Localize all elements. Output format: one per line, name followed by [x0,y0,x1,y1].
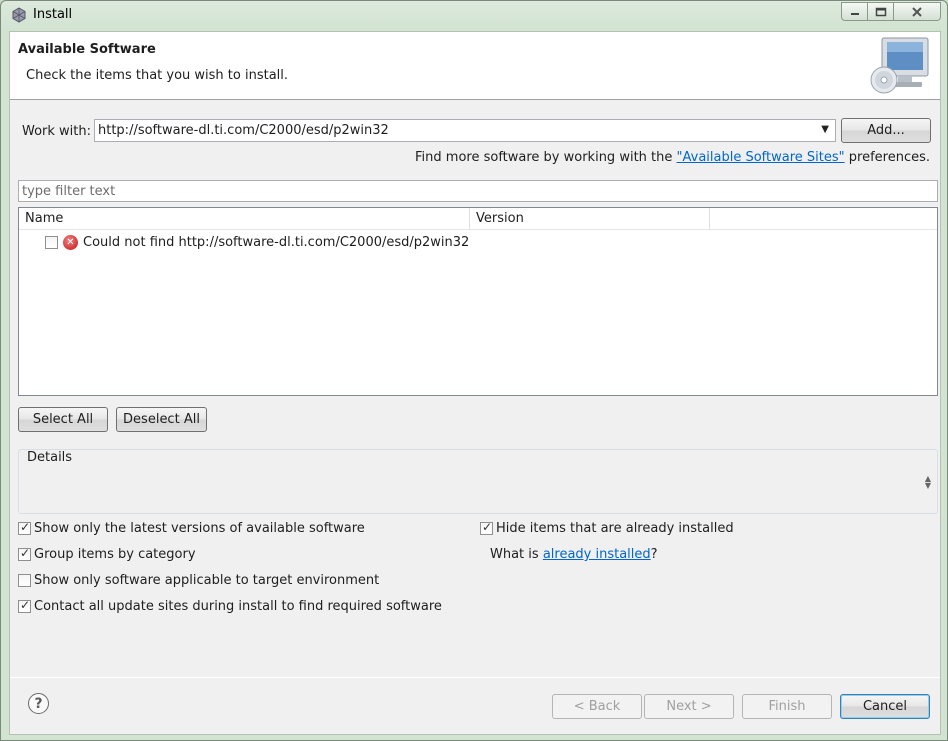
filter-box[interactable] [18,180,938,202]
target-environment-checkbox[interactable] [18,574,31,587]
error-icon: ✕ [63,235,78,250]
title-bar[interactable]: Install [1,1,947,29]
contact-update-sites-checkbox[interactable] [18,598,31,613]
dropdown-arrow-icon[interactable]: ▼ [821,124,829,135]
install-computer-icon [870,37,929,94]
target-environment-label: Show only software applicable to target … [34,573,380,588]
tree-header: Name Version [19,208,937,230]
wizard-banner: Available Software Check the items that … [10,32,940,100]
next-button[interactable]: Next > [644,694,734,719]
footer-separator [10,677,940,678]
find-more-software-text: Find more software by working with the "… [415,150,930,165]
column-header-version[interactable]: Version [470,208,710,230]
maximize-button[interactable] [868,2,894,21]
find-more-suffix: preferences. [844,150,930,165]
what-is-prefix: What is [490,547,543,562]
select-all-button[interactable]: Select All [18,407,108,432]
tree-row[interactable]: ✕ Could not find http://software-dl.ti.c… [19,232,937,252]
cancel-button[interactable]: Cancel [840,694,930,719]
dialog-content: Available Software Check the items that … [9,31,941,735]
maximize-icon [875,7,886,16]
tree-row-label: Could not find http://software-dl.ti.com… [83,235,470,250]
column-header-name[interactable]: Name [19,208,470,230]
column-header-extra[interactable] [710,208,937,230]
page-title: Available Software [18,42,156,57]
details-label: Details [26,450,74,465]
work-with-label: Work with: [22,124,92,139]
available-software-sites-link[interactable]: "Available Software Sites" [677,150,845,165]
latest-versions-checkbox[interactable] [18,520,31,535]
close-icon [912,6,922,17]
what-is-installed-text: What is already installed? [490,547,658,562]
window-controls [841,2,941,21]
window-title: Install [33,7,73,22]
hide-installed-checkbox[interactable] [480,520,493,535]
details-group: ▲ ▼ [18,449,938,514]
minimize-icon [850,12,859,15]
group-by-category-label: Group items by category [34,547,196,562]
work-with-combo[interactable]: http://software-dl.ti.com/C2000/esd/p2wi… [94,119,836,142]
tree-row-checkbox[interactable] [45,236,58,249]
close-button[interactable] [894,2,941,21]
help-icon[interactable]: ? [28,693,49,714]
find-more-prefix: Find more software by working with the [415,150,677,165]
contact-update-sites-label: Contact all update sites during install … [34,599,442,614]
finish-button[interactable]: Finish [742,694,832,719]
page-description: Check the items that you wish to install… [26,68,289,83]
hide-installed-label: Hide items that are already installed [496,521,734,536]
details-scroll-arrows-icon[interactable]: ▲ ▼ [925,475,931,490]
eclipse-app-icon [12,7,26,23]
minimize-button[interactable] [841,2,868,21]
install-dialog-window: Install Available Software Check the ite… [0,0,948,741]
already-installed-link[interactable]: already installed [543,547,651,562]
back-button[interactable]: < Back [552,694,642,719]
latest-versions-label: Show only the latest versions of availab… [34,521,365,536]
add-site-button[interactable]: Add... [841,118,931,143]
filter-input[interactable] [19,181,937,201]
work-with-value: http://software-dl.ti.com/C2000/esd/p2wi… [98,123,389,138]
deselect-all-button[interactable]: Deselect All [116,407,207,432]
software-tree[interactable]: Name Version ✕ Could not find http://sof… [18,207,938,396]
group-by-category-checkbox[interactable] [18,546,31,561]
what-is-suffix: ? [650,547,658,562]
